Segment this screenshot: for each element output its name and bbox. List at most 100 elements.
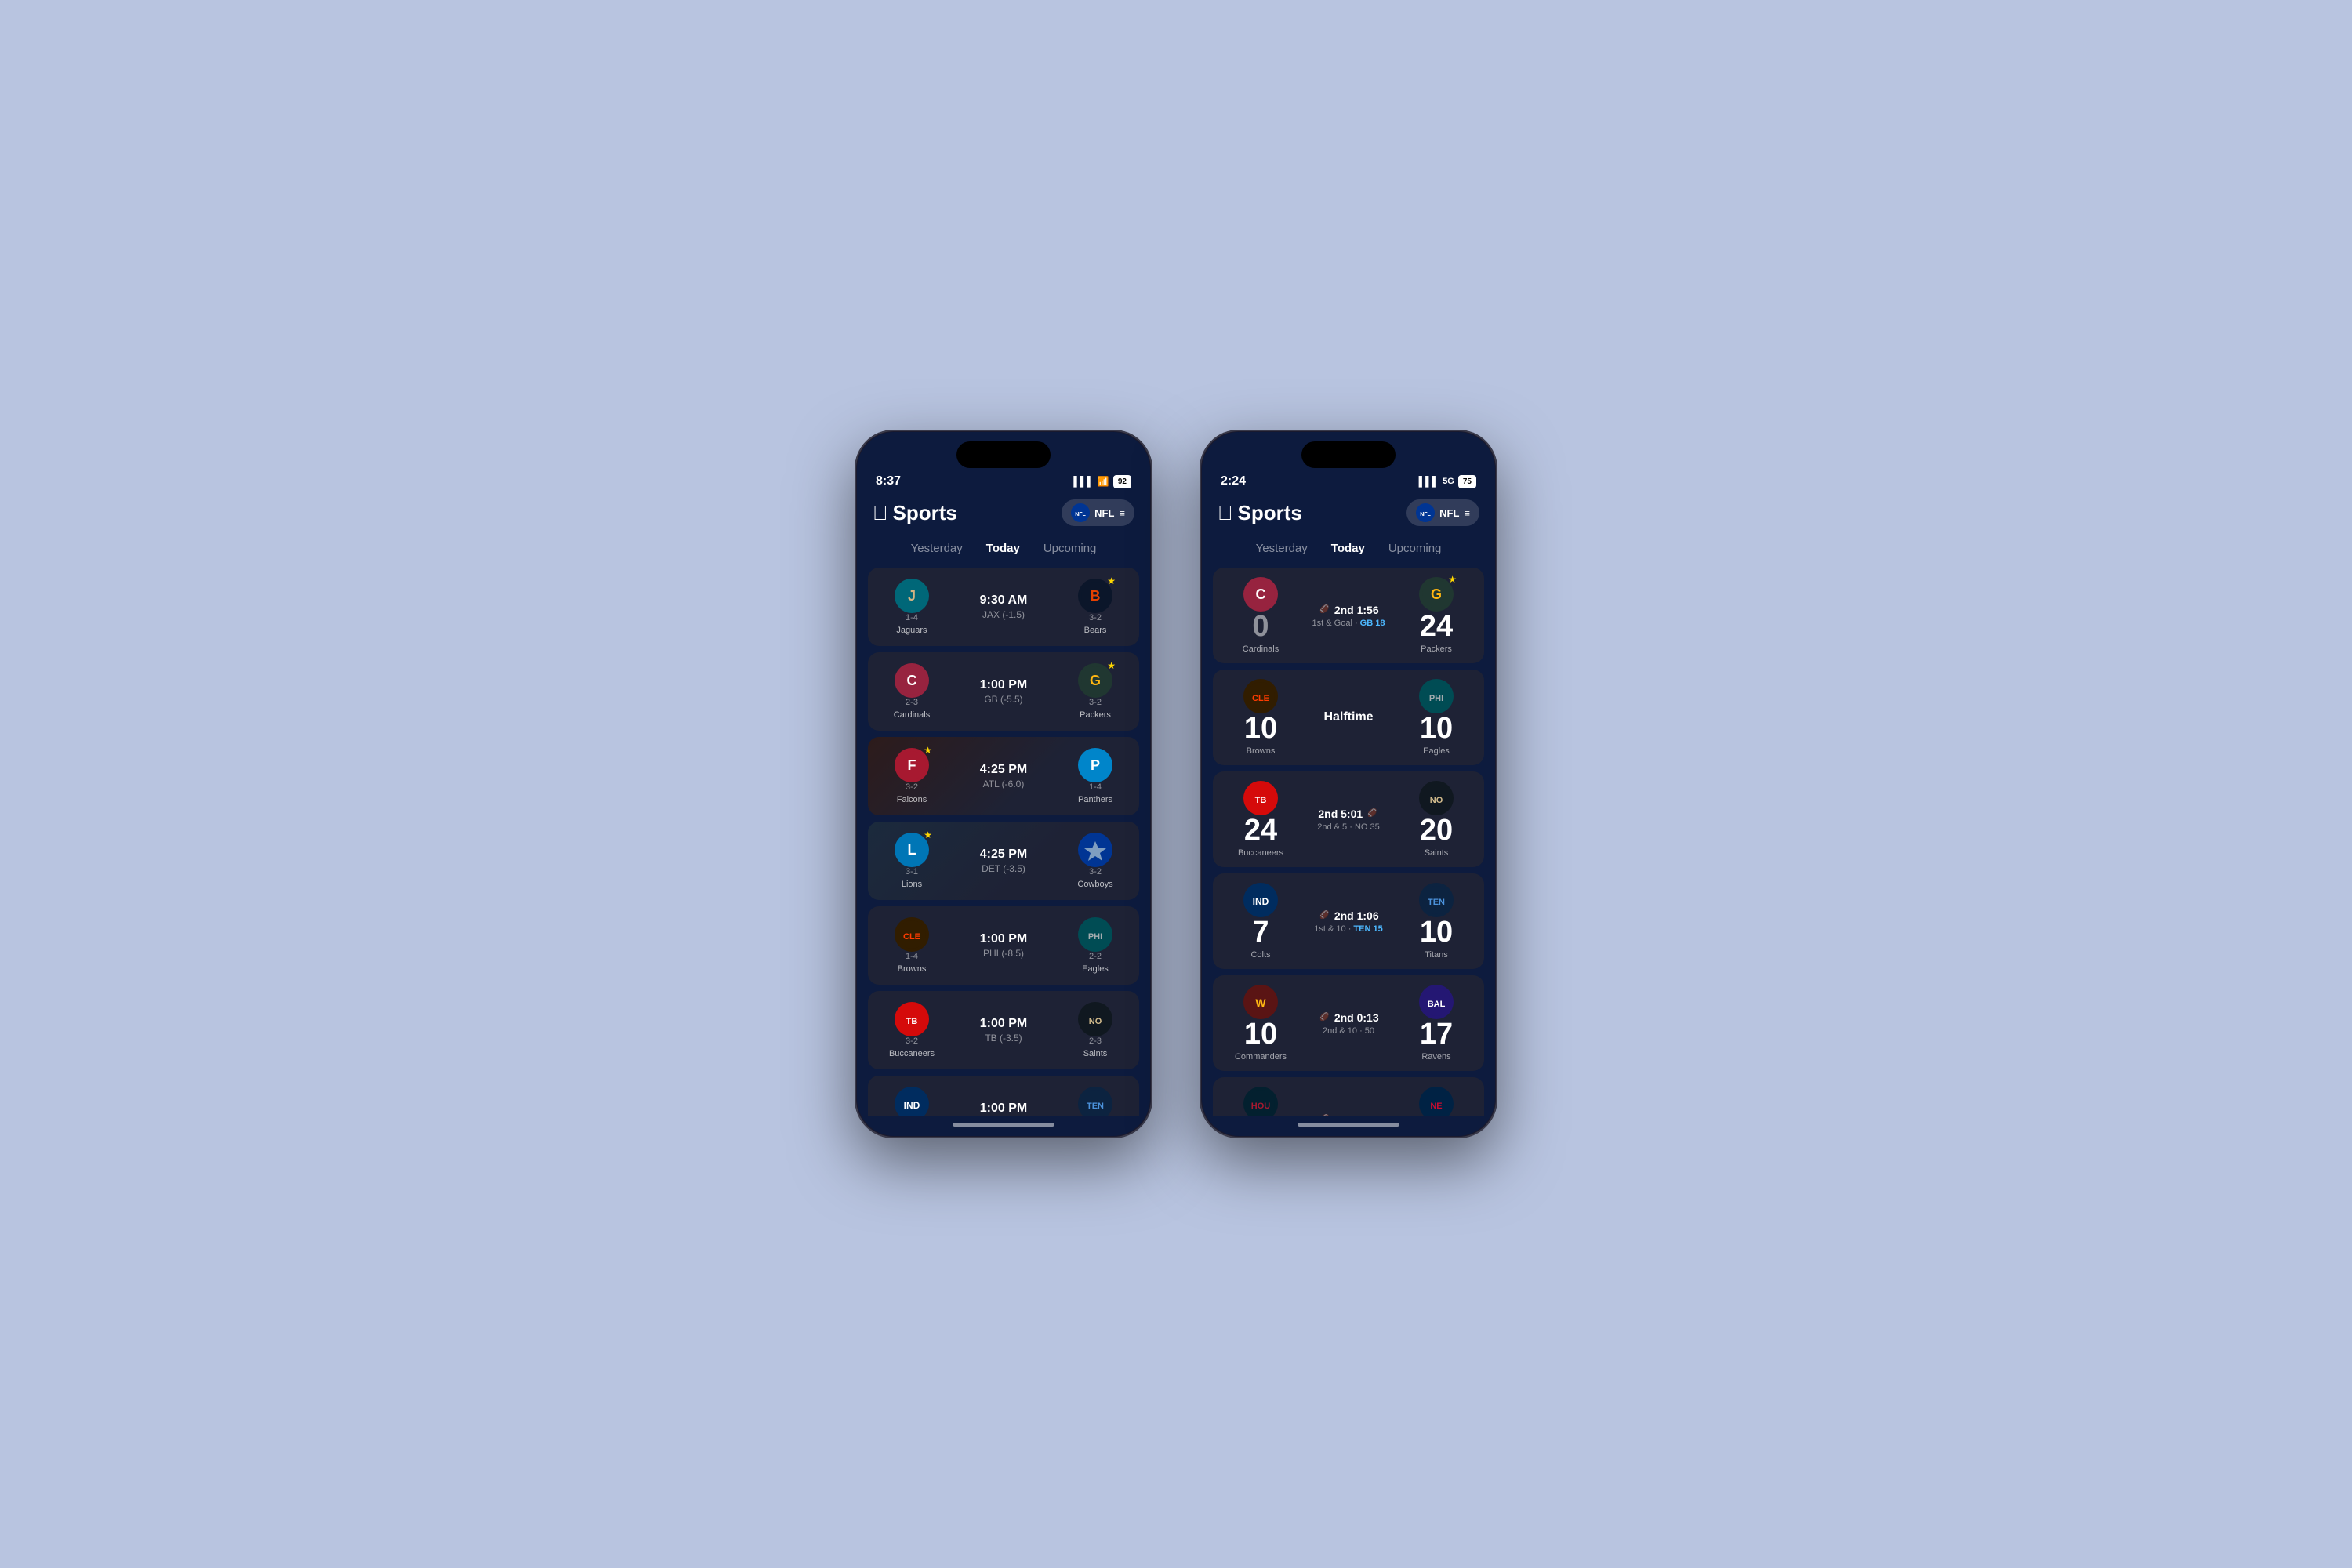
tab-upcoming-1[interactable]: Upcoming	[1044, 542, 1097, 555]
game-center-4: 4:25 PM DET (-3.5)	[943, 848, 1064, 874]
score-card-buccaneers-saints[interactable]: TB 24 Buccaneers 2nd 5:01 🏈 2nd & 5 · NO…	[1213, 771, 1484, 867]
team-panthers: P 1-4 Panthers	[1064, 748, 1127, 804]
titans-logo-p2: TEN	[1419, 883, 1454, 917]
svg-text:B: B	[1091, 588, 1101, 604]
dynamic-island-2	[1301, 441, 1396, 468]
commanders-name-p2: Commanders	[1235, 1052, 1287, 1062]
packers-record: 3-2	[1089, 698, 1102, 707]
tab-upcoming-2[interactable]: Upcoming	[1388, 542, 1442, 555]
nfl-badge-2[interactable]: NFL NFL ≡	[1406, 499, 1479, 526]
team-packers: G ★ 3-2 Packers	[1064, 663, 1127, 720]
notch-2	[1202, 432, 1495, 468]
app-title-1:  Sports	[873, 501, 957, 525]
svg-text:C: C	[907, 673, 917, 688]
svg-text:W: W	[1255, 996, 1266, 1009]
buccaneers-record-p1: 3-2	[906, 1036, 918, 1046]
svg-text:TB: TB	[906, 1017, 918, 1026]
game-card-buccaneers-saints[interactable]: TB 3-2 Buccaneers 1:00 PM TB (-3.5) NO 2…	[868, 991, 1139, 1069]
phone-1: 8:37 ▌▌▌ 📶 92  Sports NFL NFL ≡	[855, 430, 1152, 1138]
svg-text:TB: TB	[1255, 796, 1267, 805]
menu-icon-1: ≡	[1119, 507, 1125, 519]
texans-logo: HOU	[1243, 1087, 1278, 1116]
svg-text:NO: NO	[1430, 796, 1443, 805]
game-detail-1: 1st & Goal · GB 18	[1296, 619, 1401, 628]
home-indicator-2	[1298, 1123, 1399, 1127]
saints-record: 2-3	[1089, 1036, 1102, 1046]
score-center-5: 🏈 2nd 0:13 2nd & 10 · 50	[1296, 1011, 1401, 1036]
notch-1	[857, 432, 1150, 468]
game-card-falcons-panthers[interactable]: F ★ 3-2 Falcons 4:25 PM ATL (-6.0) P	[868, 737, 1139, 815]
svg-text:NFL: NFL	[1420, 512, 1431, 517]
nfl-logo-2: NFL	[1416, 503, 1435, 522]
apple-logo-2: 	[1218, 501, 1233, 525]
game-spread-5: PHI (-8.5)	[943, 948, 1064, 959]
score-card-cardinals-packers[interactable]: C 0 Cardinals 🏈 2nd 1:56 1st & Goal · GB…	[1213, 568, 1484, 663]
svg-text:HOU: HOU	[1251, 1102, 1271, 1111]
browns-logo-p2: CLE	[1243, 679, 1278, 713]
cardinals-logo-p2: C	[1243, 577, 1278, 612]
cardinals-record: 2-3	[906, 698, 918, 707]
saints-name: Saints	[1083, 1049, 1108, 1058]
5g-icon: 5G	[1443, 477, 1454, 486]
score-team-ravens-p2: BAL 17 Ravens	[1401, 985, 1472, 1062]
packers-logo-wrapper: G ★	[1078, 663, 1112, 698]
panthers-record: 1-4	[1089, 782, 1102, 792]
team-cardinals: C 2-3 Cardinals	[880, 663, 943, 720]
bears-name: Bears	[1084, 626, 1107, 635]
saints-logo: NO	[1078, 1002, 1112, 1036]
game-time-3: 4:25 PM	[943, 763, 1064, 777]
battery-2: 75	[1458, 475, 1476, 488]
panthers-name: Panthers	[1078, 795, 1112, 804]
score-team-saints-p2: NO 20 Saints	[1401, 781, 1472, 858]
tab-today-2[interactable]: Today	[1331, 542, 1365, 555]
tab-today-1[interactable]: Today	[986, 542, 1020, 555]
team-titans-p1: TEN 1-3 Titans	[1064, 1087, 1127, 1116]
game-center-7: 1:00 PM TEN (-3.0)	[943, 1102, 1064, 1116]
game-center-2: 1:00 PM GB (-5.5)	[943, 678, 1064, 705]
score-team-texans: HOU 14 Texans	[1225, 1087, 1296, 1116]
detail-highlight-1: GB 18	[1360, 619, 1385, 628]
svg-text:BAL: BAL	[1428, 1000, 1446, 1009]
football-icon-6: 🏈	[1319, 1115, 1329, 1116]
game-detail-5: 2nd & 10 · 50	[1296, 1026, 1401, 1036]
header-1:  Sports NFL NFL ≡	[857, 492, 1150, 539]
falcons-name: Falcons	[897, 795, 927, 804]
game-card-jaguars-bears[interactable]: J 1-4 Jaguars 9:30 AM JAX (-1.5) B	[868, 568, 1139, 646]
score-card-commanders-ravens[interactable]: W 10 Commanders 🏈 2nd 0:13 2nd & 10 · 50	[1213, 975, 1484, 1071]
nfl-badge-1[interactable]: NFL NFL ≡	[1062, 499, 1134, 526]
phone-1-inner: 8:37 ▌▌▌ 📶 92  Sports NFL NFL ≡	[857, 432, 1150, 1136]
cowboys-logo	[1078, 833, 1112, 867]
home-indicator-1	[953, 1123, 1054, 1127]
lions-logo-wrapper: L ★	[895, 833, 929, 867]
league-label-1: NFL	[1094, 507, 1114, 519]
nfl-logo-1: NFL	[1071, 503, 1090, 522]
score-team-commanders-p2: W 10 Commanders	[1225, 985, 1296, 1062]
game-card-cardinals-packers[interactable]: C 2-3 Cardinals 1:00 PM GB (-5.5) G	[868, 652, 1139, 731]
svg-text:F: F	[908, 757, 916, 773]
score-team-eagles-p2: PHI 10 Eagles	[1401, 679, 1472, 756]
team-saints: NO 2-3 Saints	[1064, 1002, 1127, 1058]
apple-logo-1: 	[873, 501, 888, 525]
commanders-score: 10	[1244, 1019, 1277, 1049]
score-card-browns-eagles[interactable]: CLE 10 Browns Halftime PHI 10 Eagles	[1213, 670, 1484, 765]
cardinals-logo: C	[895, 663, 929, 698]
phones-container: 8:37 ▌▌▌ 📶 92  Sports NFL NFL ≡	[855, 430, 1497, 1138]
halftime-badge: Halftime	[1323, 710, 1373, 724]
tab-yesterday-1[interactable]: Yesterday	[911, 542, 963, 555]
game-card-colts-titans[interactable]: IND 2-3 Colts 1:00 PM TEN (-3.0) TEN 1-3	[868, 1076, 1139, 1116]
game-card-lions-cowboys[interactable]: L ★ 3-1 Lions 4:25 PM DET (-3.5)	[868, 822, 1139, 900]
eagles-logo-p2: PHI	[1419, 679, 1454, 713]
eagles-name: Eagles	[1082, 964, 1109, 974]
tab-yesterday-2[interactable]: Yesterday	[1256, 542, 1308, 555]
game-time-1: 9:30 AM	[943, 593, 1064, 608]
score-card-colts-titans[interactable]: IND 7 Colts 🏈 2nd 1:06 1st & 10 · TEN 15	[1213, 873, 1484, 969]
score-card-texans-patriots[interactable]: HOU 14 Texans 🏈 2nd 0:16 1st & 10 · HOU …	[1213, 1077, 1484, 1116]
svg-text:J: J	[908, 588, 916, 604]
lions-record: 3-1	[906, 867, 918, 877]
game-time-7: 1:00 PM	[943, 1102, 1064, 1116]
team-cowboys: 3-2 Cowboys	[1064, 833, 1127, 889]
game-card-browns-eagles[interactable]: CLE 1-4 Browns 1:00 PM PHI (-8.5) PHI 2-…	[868, 906, 1139, 985]
game-spread-3: ATL (-6.0)	[943, 779, 1064, 789]
status-bar-1: 8:37 ▌▌▌ 📶 92	[857, 468, 1150, 492]
score-team-patriots: NE 0 Patriots	[1401, 1087, 1472, 1116]
